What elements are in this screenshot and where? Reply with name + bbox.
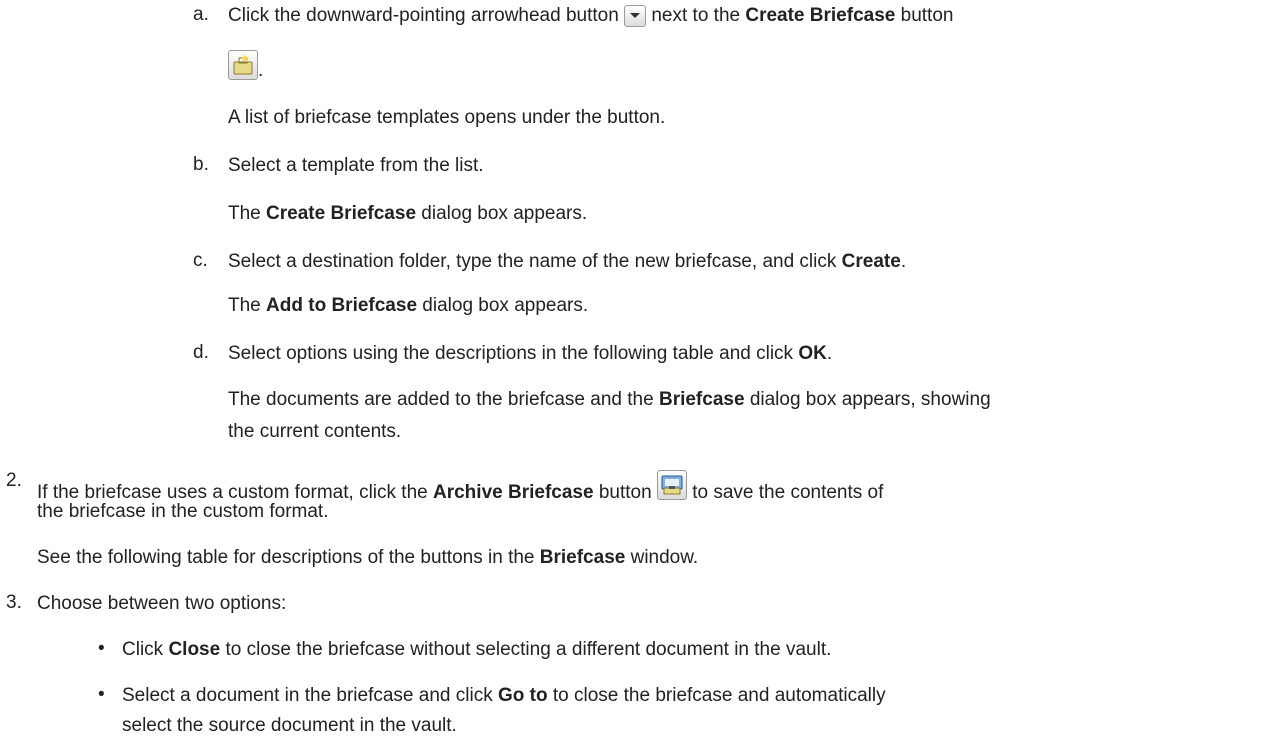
step-2-text-cont: the briefcase in the custom format. <box>37 501 329 522</box>
step-3-marker: 3. <box>6 592 22 613</box>
step-3-text: Choose between two options: <box>37 593 287 614</box>
bullet-icon: • <box>98 684 105 705</box>
create-briefcase-icon <box>228 50 258 80</box>
step-1a-result: A list of briefcase templates opens unde… <box>228 107 666 128</box>
archive-briefcase-icon <box>656 470 687 500</box>
bullet-icon: • <box>98 638 105 659</box>
step-1c-marker: c. <box>193 250 208 271</box>
step-1a-text: Click the downward-pointing arrowhead bu… <box>228 5 954 27</box>
step-1d-marker: d. <box>193 342 209 363</box>
step-3-option-goto: Select a document in the briefcase and c… <box>122 685 886 706</box>
step-1d-result: The documents are added to the briefcase… <box>228 389 991 410</box>
step-1d-result-cont: the current contents. <box>228 421 402 442</box>
step-1b-result: The Create Briefcase dialog box appears. <box>228 203 588 224</box>
dropdown-arrow-icon <box>624 5 647 27</box>
step-1b-marker: b. <box>193 154 209 175</box>
step-1a-marker: a. <box>193 4 209 25</box>
step-1c-result: The Add to Briefcase dialog box appears. <box>228 295 589 316</box>
step-3-option-goto-cont: select the source document in the vault. <box>122 715 457 736</box>
step-1d-text: Select options using the descriptions in… <box>228 343 833 364</box>
step-2-note: See the following table for descriptions… <box>37 547 699 568</box>
step-1c-text: Select a destination folder, type the na… <box>228 251 907 272</box>
step-2-marker: 2. <box>6 470 22 491</box>
step-1a-icon-line: . <box>228 50 263 91</box>
step-3-option-close: Click Close to close the briefcase witho… <box>122 639 832 660</box>
step-1b-text: Select a template from the list. <box>228 155 484 176</box>
